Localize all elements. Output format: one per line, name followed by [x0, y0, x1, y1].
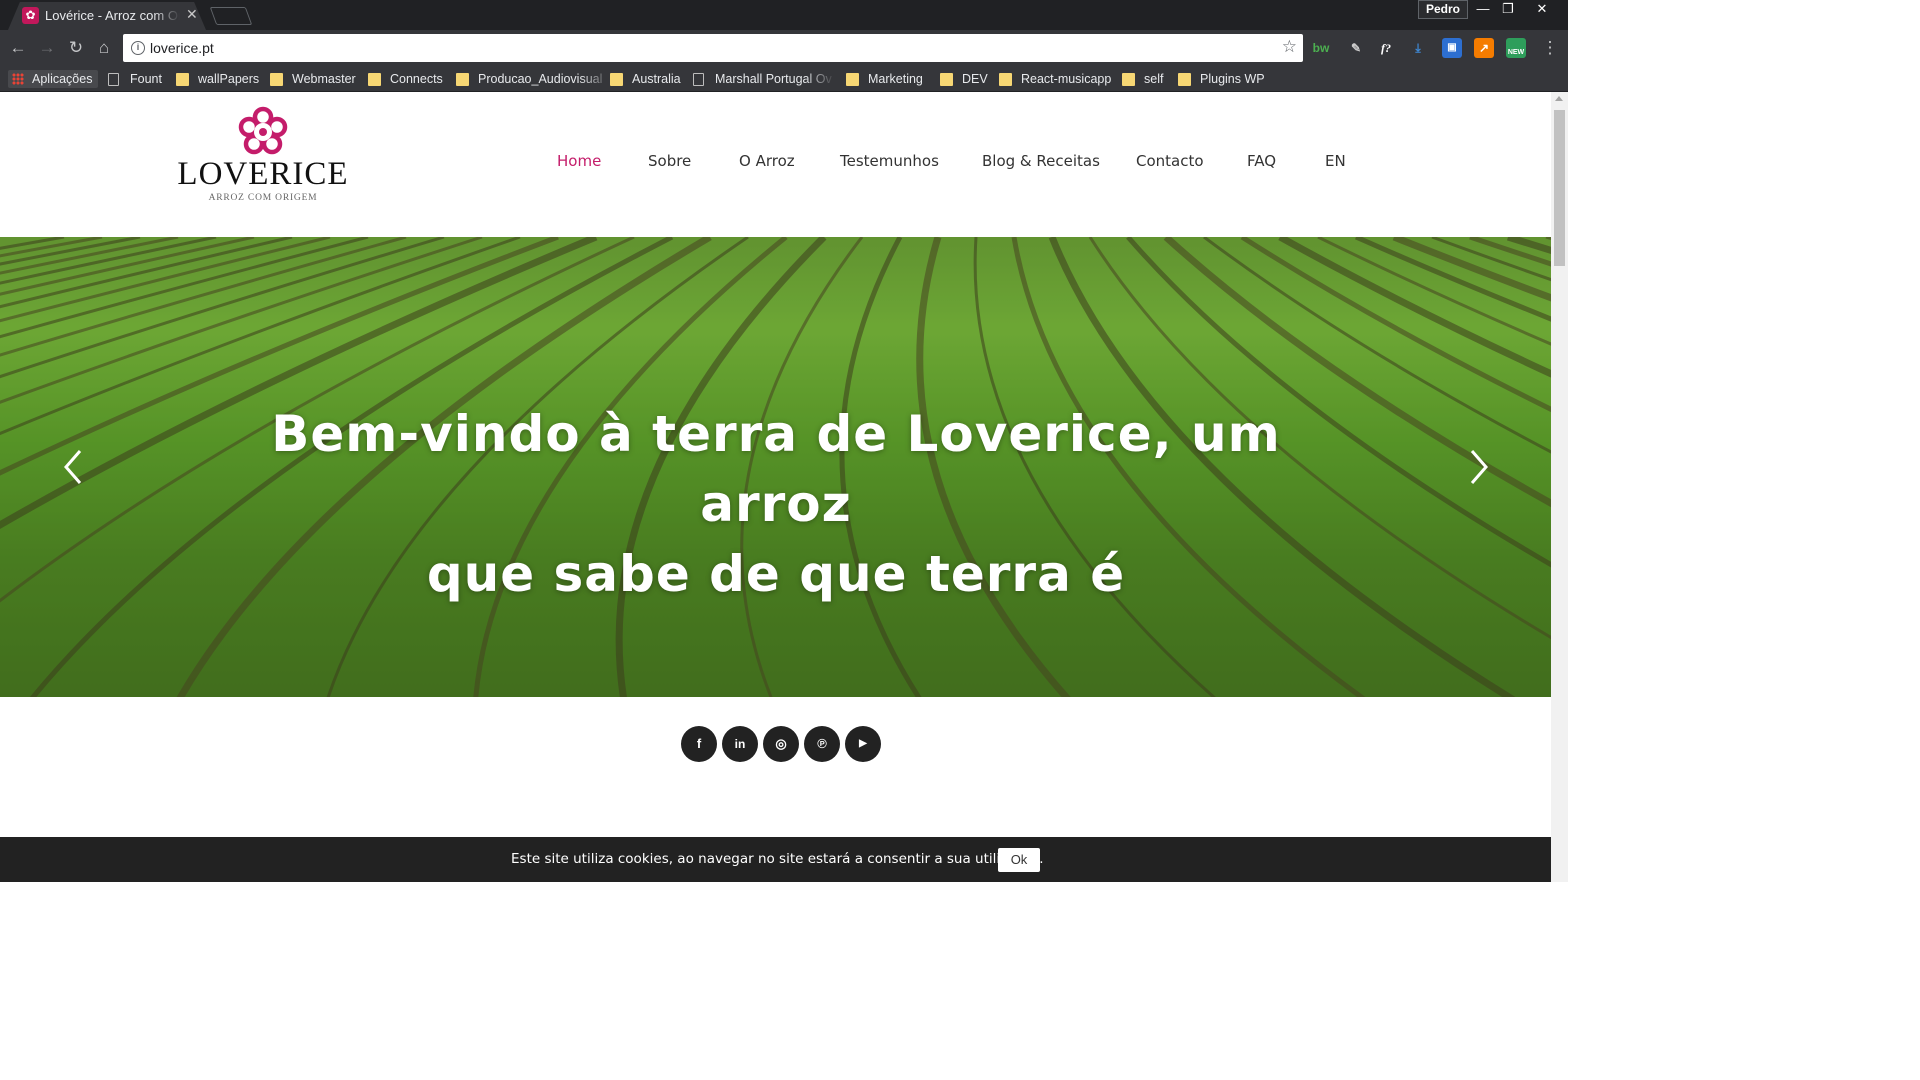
reload-icon[interactable]: ↻ [65, 37, 87, 59]
new-tab-button[interactable] [209, 7, 253, 25]
slider-next-arrow-icon[interactable] [1464, 447, 1494, 487]
bookmark-label: Aplicações [32, 72, 93, 86]
address-bar[interactable]: i loverice.pt ☆ [123, 34, 1303, 62]
extension-bw-icon[interactable]: bw [1311, 38, 1331, 58]
folder-icon [610, 72, 623, 86]
bookmark-australia[interactable]: Australia [610, 70, 681, 88]
bookmark-fount[interactable]: Fount [108, 70, 162, 88]
browser-titlebar: ✿ Lovérice - Arroz com Origem ✕ Pedro — … [0, 0, 1568, 30]
folder-icon [999, 72, 1012, 86]
bookmark-marketing[interactable]: Marketing [846, 70, 923, 88]
bookmark-label: React-musicapp [1021, 72, 1112, 86]
nav-testemunhos[interactable]: Testemunhos [840, 152, 939, 170]
menu-kebab-icon[interactable]: ⋮ [1539, 37, 1561, 59]
bookmark-self[interactable]: self [1122, 70, 1163, 88]
cookie-ok-button[interactable]: Ok [998, 848, 1040, 872]
cookie-banner: Este site utiliza cookies, ao navegar no… [0, 837, 1551, 882]
bookmark-marshall-portugal-ov[interactable]: Marshall Portugal Ov [693, 70, 835, 88]
back-icon[interactable]: ← [7, 37, 29, 59]
close-window-icon[interactable]: ✕ [1530, 0, 1554, 18]
forward-icon[interactable]: → [36, 37, 58, 59]
logo-wordmark: LOVERICE [177, 156, 349, 192]
bookmark-webmaster[interactable]: Webmaster [270, 70, 356, 88]
browser-toolbar: ← → ↻ ⌂ i loverice.pt ☆ bw ✎ f? ⤓ ▣ ↗ NE… [0, 30, 1568, 66]
flower-favicon-icon: ✿ [22, 7, 39, 24]
page-scrollbar[interactable] [1551, 92, 1568, 882]
facebook-icon[interactable]: f [681, 726, 717, 762]
bookmark-label: DEV [962, 72, 988, 86]
folder-icon [846, 72, 859, 86]
bookmark-label: wallPapers [198, 72, 260, 86]
bookmark-react-musicapp[interactable]: React-musicapp [999, 70, 1111, 88]
youtube-icon[interactable]: ▶ [845, 726, 881, 762]
bookmark-dev[interactable]: DEV [940, 70, 988, 88]
close-tab-icon[interactable]: ✕ [186, 6, 198, 23]
extension-eyedropper-icon[interactable]: ✎ [1346, 38, 1366, 58]
nav-o-arroz[interactable]: O Arroz [739, 152, 795, 170]
nav-home[interactable]: Home [557, 152, 601, 170]
scroll-thumb[interactable] [1554, 110, 1565, 266]
folder-icon [368, 72, 381, 86]
folder-icon [176, 72, 189, 86]
folder-icon [456, 72, 469, 86]
bookmark-wallpapers[interactable]: wallPapers [176, 70, 259, 88]
page-icon [693, 72, 704, 86]
bookmarks-bar: Aplicações Fount wallPapers Webmaster Connec… [0, 66, 1568, 92]
hero-slider: Bem-vindo à terra de Loverice, um arroz … [0, 237, 1551, 697]
page-viewport: LOVERICE ARROZ COM ORIGEM Home Sobre O A… [0, 92, 1551, 882]
extension-new-icon[interactable]: NEW [1506, 38, 1526, 58]
nav-language-en[interactable]: EN [1325, 152, 1346, 170]
apps-grid-icon [12, 73, 24, 85]
hero-headline-line2: que sabe de que terra é [426, 545, 1126, 603]
folder-icon [1122, 72, 1135, 86]
bookmark-label: Marketing [868, 72, 923, 86]
slider-prev-arrow-icon[interactable] [58, 447, 88, 487]
folder-icon [270, 72, 283, 86]
bookmark-label: Fount [130, 72, 162, 86]
restore-icon[interactable]: ❐ [1496, 0, 1520, 18]
minimize-icon[interactable]: — [1471, 0, 1495, 18]
bookmark-label: Producao_Audiovisual [478, 72, 603, 86]
scroll-up-arrow-icon[interactable] [1555, 96, 1563, 101]
linkedin-icon[interactable]: in [722, 726, 758, 762]
nav-blog-receitas[interactable]: Blog & Receitas [982, 152, 1100, 170]
cookie-message: Este site utiliza cookies, ao navegar no… [511, 851, 1044, 867]
bookmark-label: Marshall Portugal Ov [715, 72, 832, 86]
site-logo[interactable]: LOVERICE ARROZ COM ORIGEM [176, 106, 350, 206]
bookmark-plugins-wp[interactable]: Plugins WP [1178, 70, 1265, 88]
bookmark-label: Plugins WP [1200, 72, 1265, 86]
flower-logo-icon [238, 106, 288, 155]
bookmark-producao-audiovisual[interactable]: Producao_Audiovisual [456, 70, 613, 88]
bookmark-label: Webmaster [292, 72, 356, 86]
bookmark-label: Connects [390, 72, 443, 86]
hero-headline-line1: Bem-vindo à terra de Loverice, um arroz [271, 405, 1281, 533]
tab-title[interactable]: Lovérice - Arroz com Origem [45, 8, 180, 24]
page-icon [108, 72, 119, 86]
extension-download-icon[interactable]: ⤓ [1408, 38, 1428, 58]
nav-faq[interactable]: FAQ [1247, 152, 1276, 170]
profile-button[interactable]: Pedro [1418, 0, 1469, 19]
extension-fonts-icon[interactable]: f? [1376, 38, 1396, 58]
instagram-icon[interactable]: ◎ [763, 726, 799, 762]
extension-chart-icon[interactable]: ↗ [1474, 38, 1494, 58]
nav-sobre[interactable]: Sobre [648, 152, 691, 170]
bookmark-aplica-es[interactable]: Aplicações [8, 70, 99, 88]
bookmark-label: Australia [632, 72, 681, 86]
bookmark-connects[interactable]: Connects [368, 70, 443, 88]
hero-headline: Bem-vindo à terra de Loverice, um arroz … [200, 399, 1352, 609]
url-text[interactable]: loverice.pt [150, 40, 214, 56]
folder-icon [940, 72, 953, 86]
info-icon[interactable]: i [131, 41, 145, 55]
bookmark-star-icon[interactable]: ☆ [1282, 37, 1297, 57]
nav-contacto[interactable]: Contacto [1136, 152, 1204, 170]
folder-icon [1178, 72, 1191, 86]
home-icon[interactable]: ⌂ [93, 37, 115, 59]
extension-window-icon[interactable]: ▣ [1442, 38, 1462, 58]
bookmark-label: self [1144, 72, 1164, 86]
pinterest-icon[interactable]: ℗ [804, 726, 840, 762]
logo-tagline: ARROZ COM ORIGEM [208, 193, 318, 203]
